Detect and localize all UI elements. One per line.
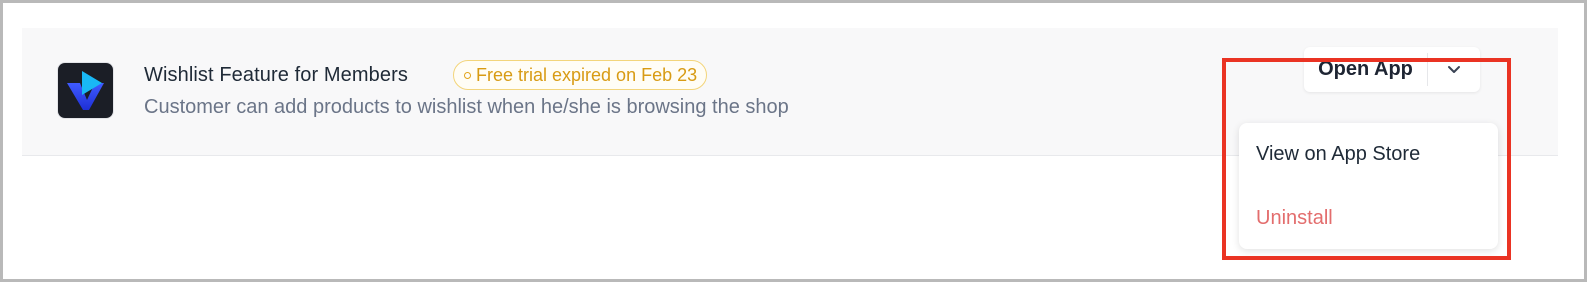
- menu-item-uninstall[interactable]: Uninstall: [1256, 207, 1333, 230]
- chevron-down-icon: [1447, 61, 1461, 79]
- open-app-button[interactable]: Open App: [1304, 47, 1427, 92]
- open-app-split-button: Open App: [1304, 47, 1480, 92]
- menu-item-view-on-app-store[interactable]: View on App Store: [1256, 143, 1420, 166]
- app-actions-menu: View on App Store Uninstall: [1239, 123, 1498, 249]
- trial-status-text: Free trial expired on Feb 23: [476, 64, 698, 85]
- screenshot-frame: Wishlist Feature for Members Free trial …: [0, 0, 1587, 282]
- app-logo-icon: [58, 63, 113, 118]
- status-dot-icon: [464, 71, 471, 79]
- more-actions-toggle[interactable]: [1428, 47, 1480, 92]
- app-description: Customer can add products to wishlist wh…: [144, 96, 789, 118]
- app-title: Wishlist Feature for Members: [144, 64, 408, 86]
- trial-status-badge: Free trial expired on Feb 23: [453, 60, 708, 90]
